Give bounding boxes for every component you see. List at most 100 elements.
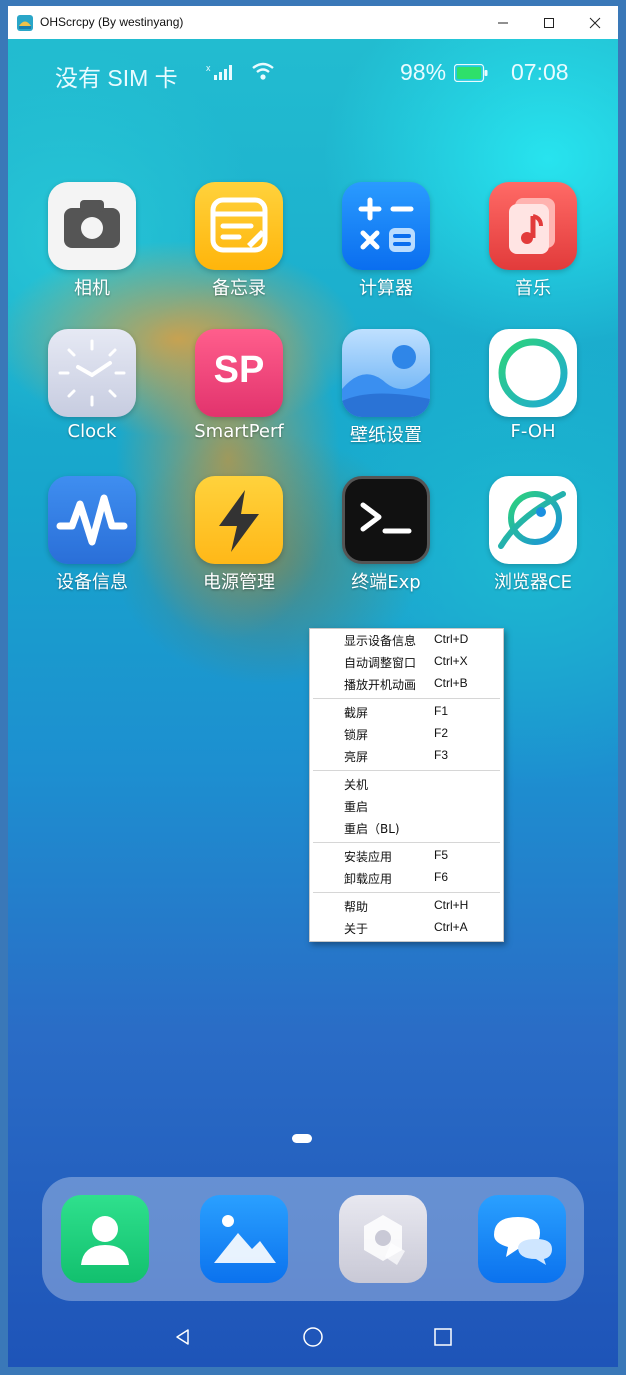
app-calculator[interactable]: 计算器 [331, 182, 441, 300]
menu-item-wake-screen[interactable]: 亮屏 F3 [310, 745, 503, 767]
camera-icon [48, 182, 136, 270]
menu-item-label: 关于 [344, 922, 369, 936]
app-browser[interactable]: 浏览器CE [478, 476, 588, 594]
device-screen[interactable]: 没有 SIM 卡 x 98% 07:08 相机 备忘录 计算器 音乐 Clock… [8, 39, 618, 1367]
menu-item-label: 重启（BL) [344, 822, 400, 836]
menu-item-screenshot[interactable]: 截屏 F1 [310, 701, 503, 723]
close-button[interactable] [572, 6, 618, 39]
menu-item-shortcut: Ctrl+A [434, 920, 468, 934]
maximize-button[interactable] [526, 6, 572, 39]
menu-item-shortcut: Ctrl+D [434, 632, 469, 646]
menu-item-shortcut: F1 [434, 704, 449, 718]
menu-item-label: 锁屏 [344, 728, 369, 742]
f-oh-icon [489, 329, 577, 417]
app-power[interactable]: 电源管理 [184, 476, 294, 594]
app-label: 设备信息 [56, 572, 128, 593]
app-label: 壁纸设置 [350, 425, 422, 446]
menu-item-label: 截屏 [344, 706, 369, 720]
recents-button[interactable] [428, 1322, 458, 1352]
device-info-icon [48, 476, 136, 564]
title-bar[interactable]: OHScrcpy (By westinyang) [8, 6, 618, 40]
app-label: 电源管理 [203, 572, 275, 593]
menu-item-about[interactable]: 关于 Ctrl+A [310, 917, 503, 939]
menu-item-shutdown[interactable]: 关机 [310, 773, 503, 795]
menu-item-label: 亮屏 [344, 750, 369, 764]
smartperf-icon: SP [195, 329, 283, 417]
minimize-icon [498, 22, 508, 23]
menu-item-label: 安装应用 [344, 850, 393, 864]
contacts-icon[interactable] [61, 1195, 149, 1283]
app-terminal[interactable]: 终端Exp [331, 476, 441, 594]
gallery-icon[interactable] [200, 1195, 288, 1283]
menu-item-label: 自动调整窗口 [344, 656, 417, 670]
carrier-status: 没有 SIM 卡 [55, 65, 178, 91]
app-label: 音乐 [515, 278, 551, 299]
menu-item-label: 卸载应用 [344, 872, 393, 886]
home-button[interactable] [298, 1322, 328, 1352]
menu-item-install-app[interactable]: 安装应用 F5 [310, 845, 503, 867]
menu-item-reboot-bootloader[interactable]: 重启（BL) [310, 817, 503, 839]
dock [42, 1177, 584, 1301]
menu-item-label: 帮助 [344, 900, 369, 914]
menu-separator [313, 892, 500, 893]
wifi-icon [252, 62, 274, 80]
app-music[interactable]: 音乐 [478, 182, 588, 300]
context-menu: 显示设备信息 Ctrl+D 自动调整窗口 Ctrl+X 播放开机动画 Ctrl+B 截… [309, 628, 504, 942]
calculator-icon [342, 182, 430, 270]
app-wallpaper[interactable]: 壁纸设置 [331, 329, 441, 447]
app-label: 计算器 [359, 278, 413, 299]
back-button[interactable] [168, 1322, 198, 1352]
app-label: 相机 [74, 278, 110, 299]
app-f-oh[interactable]: F-OH [478, 329, 588, 442]
home-icon [303, 1327, 323, 1347]
menu-item-help[interactable]: 帮助 Ctrl+H [310, 895, 503, 917]
menu-item-shortcut: Ctrl+B [434, 676, 468, 690]
battery-icon [454, 64, 488, 82]
app-label: 备忘录 [212, 278, 266, 299]
browser-icon [489, 476, 577, 564]
menu-item-shortcut: F2 [434, 726, 449, 740]
menu-item-shortcut: F3 [434, 748, 449, 762]
app-smartperf[interactable]: SP SmartPerf [184, 329, 294, 442]
settings-icon[interactable] [339, 1195, 427, 1283]
menu-item-show-device-info[interactable]: 显示设备信息 Ctrl+D [310, 629, 503, 651]
window-title: OHScrcpy (By westinyang) [40, 15, 184, 29]
menu-item-auto-resize[interactable]: 自动调整窗口 Ctrl+X [310, 651, 503, 673]
menu-item-reboot[interactable]: 重启 [310, 795, 503, 817]
power-icon [195, 476, 283, 564]
menu-separator [313, 842, 500, 843]
app-camera[interactable]: 相机 [37, 182, 147, 300]
menu-item-lock-screen[interactable]: 锁屏 F2 [310, 723, 503, 745]
app-label: SmartPerf [194, 421, 284, 442]
menu-separator [313, 698, 500, 699]
menu-item-shortcut: F5 [434, 848, 449, 862]
menu-item-boot-animation[interactable]: 播放开机动画 Ctrl+B [310, 673, 503, 695]
app-clock[interactable]: Clock [37, 329, 147, 442]
minimize-button[interactable] [480, 6, 526, 39]
clock-icon [48, 329, 136, 417]
menu-item-uninstall-app[interactable]: 卸载应用 F6 [310, 867, 503, 889]
menu-item-shortcut: F6 [434, 870, 449, 884]
menu-separator [313, 770, 500, 771]
close-icon [589, 17, 601, 28]
notes-icon [195, 182, 283, 270]
messages-icon[interactable] [478, 1195, 566, 1283]
signal-icon: x [206, 63, 232, 80]
menu-item-shortcut: Ctrl+H [434, 898, 469, 912]
terminal-icon [342, 476, 430, 564]
wallpaper-icon [342, 329, 430, 417]
menu-item-label: 关机 [344, 778, 369, 792]
app-label: F-OH [510, 421, 556, 442]
back-icon [176, 1329, 189, 1345]
battery-percent: 98% [400, 59, 447, 85]
menu-item-shortcut: Ctrl+X [434, 654, 468, 668]
app-window: OHScrcpy (By westinyang) 没有 SIM 卡 x 98% [8, 6, 618, 1367]
svg-text:x: x [206, 63, 211, 73]
app-logo-icon [17, 15, 33, 31]
app-label: 浏览器CE [494, 572, 572, 593]
recents-icon [434, 1328, 452, 1346]
clock-time: 07:08 [511, 59, 569, 85]
app-notes[interactable]: 备忘录 [184, 182, 294, 300]
smartperf-icon-text: SP [213, 349, 265, 391]
app-device-info[interactable]: 设备信息 [37, 476, 147, 594]
